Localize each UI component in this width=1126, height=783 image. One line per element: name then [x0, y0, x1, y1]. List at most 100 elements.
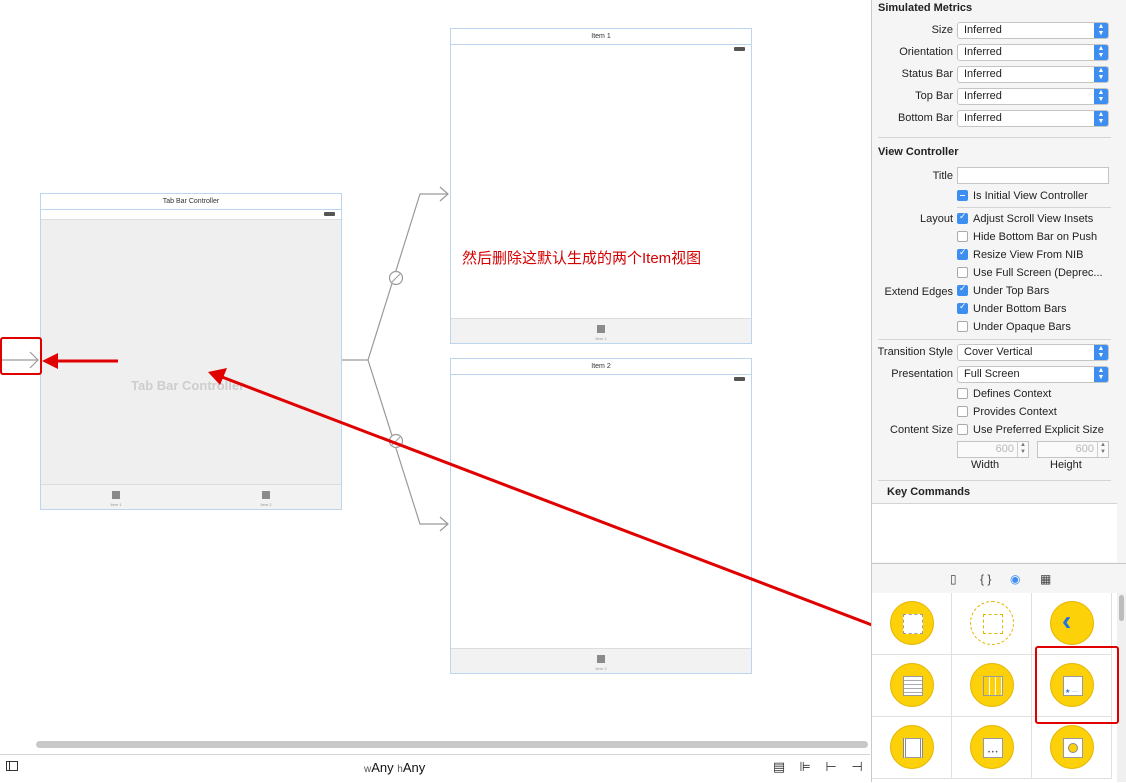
size-class-button[interactable]: wAny hAny [364, 760, 425, 775]
transition-style-popup[interactable]: Cover Vertical ▲ ▼ [957, 344, 1109, 361]
title-field[interactable] [957, 167, 1109, 184]
popup-arrows-icon: ▲ ▼ [1094, 45, 1108, 60]
popup-arrows-icon: ▲ ▼ [1094, 345, 1108, 360]
bottom-bar-label: Bottom Bar [897, 112, 953, 124]
presentation-popup[interactable]: Full Screen ▲ ▼ [957, 366, 1109, 383]
transition-style-label: Transition Style [877, 346, 953, 358]
tab-bar-item-2[interactable]: Item 2 [246, 491, 286, 507]
library-item-view-controller[interactable] [872, 593, 952, 655]
checkbox-checked-icon [957, 211, 968, 224]
library-item-collection-view-controller[interactable] [952, 655, 1032, 717]
defines-context-checkbox[interactable]: Defines Context [957, 388, 1051, 402]
checkbox-checked-icon [957, 283, 968, 296]
tab-bar-item-2[interactable]: Item 2 [581, 655, 621, 671]
library-tabs: ▯ { } ◉ ▦ [871, 563, 1126, 594]
status-bar [41, 209, 341, 220]
item-2-scene[interactable]: Item 2 Item 2 [450, 358, 752, 674]
width-field[interactable]: 600 ▲ ▼ [957, 441, 1029, 458]
popup-arrows-icon: ▲ ▼ [1094, 89, 1108, 104]
height-field[interactable]: 600 ▲ ▼ [1037, 441, 1109, 458]
stack-icon[interactable]: ▤ [770, 759, 788, 775]
annotation-text: 然后删除这默认生成的两个Item视图 [462, 250, 702, 267]
battery-icon [734, 47, 745, 51]
under-bottom-bars-checkbox[interactable]: Under Bottom Bars [957, 301, 1067, 317]
tab-bar-item-1[interactable]: Item 1 [96, 491, 136, 507]
checkbox-mixed-icon [957, 190, 968, 201]
checkbox-icon [957, 267, 968, 278]
content-size-label: Content Size [890, 424, 953, 436]
orientation-popup[interactable]: Inferred ▲ ▼ [957, 44, 1109, 61]
tab-bar-controller-highlight [1035, 646, 1119, 724]
popup-arrows-icon: ▲ ▼ [1094, 67, 1108, 82]
horizontal-scrollbar[interactable] [36, 741, 868, 748]
use-full-screen-checkbox[interactable]: Use Full Screen (Deprec... [957, 267, 1103, 281]
extend-edges-label: Extend Edges [884, 286, 954, 298]
stepper-icon[interactable]: ▲ ▼ [1097, 442, 1108, 457]
resize-nib-checkbox[interactable]: Resize View From NIB [957, 247, 1083, 263]
tab-item-icon [597, 325, 605, 333]
size-popup[interactable]: Inferred ▲ ▼ [957, 22, 1109, 39]
code-snippet-icon[interactable]: { } [980, 572, 991, 586]
checkbox-checked-icon [957, 247, 968, 260]
checkbox-icon [957, 424, 968, 435]
library-item-storyboard-reference[interactable] [952, 593, 1032, 655]
stepper-icon[interactable]: ▲ ▼ [1017, 442, 1028, 457]
tab-item-icon [112, 491, 120, 499]
checkbox-icon [957, 406, 968, 417]
top-bar-popup[interactable]: Inferred ▲ ▼ [957, 88, 1109, 105]
tab-bar-controller-scene[interactable]: Tab Bar Controller Tab Bar Controller It… [40, 193, 342, 510]
popup-arrows-icon: ▲ ▼ [1094, 367, 1108, 382]
item-1-scene[interactable]: Item 1 Item 1 [450, 28, 752, 344]
library-item-page-view-controller[interactable] [872, 717, 952, 779]
scene-body: Tab Bar Controller [41, 220, 341, 485]
entry-point-highlight [0, 337, 42, 375]
popup-arrows-icon: ▲ ▼ [1094, 23, 1108, 38]
initial-view-controller-checkbox[interactable]: Is Initial View Controller [957, 190, 1088, 204]
status-bar-popup[interactable]: Inferred ▲ ▼ [957, 66, 1109, 83]
media-library-icon[interactable]: ▦ [1040, 572, 1051, 586]
scene-title: Tab Bar Controller [41, 194, 341, 210]
provides-context-checkbox[interactable]: Provides Context [957, 406, 1057, 420]
section-divider [957, 207, 1111, 208]
tab-item-icon [597, 655, 605, 663]
library-item-avkit-player-view-controller[interactable] [1032, 717, 1112, 779]
key-commands-table[interactable] [872, 503, 1117, 562]
layout-label: Layout [919, 213, 953, 225]
adjust-scroll-checkbox[interactable]: Adjust Scroll View Insets [957, 211, 1093, 227]
presentation-label: Presentation [891, 368, 953, 380]
checkbox-icon [957, 321, 968, 332]
tab-bar-item-1[interactable]: Item 1 [581, 325, 621, 341]
view-controller-icon [890, 601, 934, 645]
storyboard-canvas[interactable]: Tab Bar Controller Tab Bar Controller It… [0, 0, 870, 783]
under-top-bars-checkbox[interactable]: Under Top Bars [957, 283, 1049, 299]
attributes-inspector: Simulated Metrics Size Inferred ▲ ▼ Orient… [871, 0, 1126, 563]
resolve-icon[interactable]: ⊣ [848, 759, 866, 775]
page-view-controller-icon [890, 725, 934, 769]
checkbox-icon [957, 388, 968, 399]
preferred-size-checkbox[interactable]: Use Preferred Explicit Size [957, 424, 1104, 438]
under-opaque-bars-checkbox[interactable]: Under Opaque Bars [957, 321, 1071, 335]
section-title-key-commands: Key Commands [887, 486, 971, 498]
hide-bottom-bar-checkbox[interactable]: Hide Bottom Bar on Push [957, 231, 1097, 245]
align-icon[interactable]: ⊫ [796, 759, 814, 775]
object-library-icon[interactable]: ◉ [1010, 572, 1020, 586]
scene-placeholder-label: Tab Bar Controller [131, 378, 245, 393]
library-item-glkit-view-controller[interactable]: • • • [952, 717, 1032, 779]
status-bar [451, 374, 751, 384]
scene-title: Item 1 [451, 29, 751, 45]
orientation-label: Orientation [899, 46, 953, 58]
scene-title: Item 2 [451, 359, 751, 375]
pin-icon[interactable]: ⊢ [822, 759, 840, 775]
battery-icon [324, 212, 335, 216]
glkit-view-controller-icon: • • • [970, 725, 1014, 769]
checkbox-checked-icon [957, 301, 968, 314]
avkit-player-icon [1050, 725, 1094, 769]
toggle-outline-icon[interactable] [6, 761, 18, 771]
tab-bar: Item 2 [451, 648, 751, 673]
section-divider [878, 137, 1111, 138]
tab-bar: Item 1 [451, 318, 751, 343]
library-item-table-view-controller[interactable] [872, 655, 952, 717]
file-template-icon[interactable]: ▯ [950, 572, 957, 586]
bottom-bar-popup[interactable]: Inferred ▲ ▼ [957, 110, 1109, 127]
collection-view-controller-icon [970, 663, 1014, 707]
